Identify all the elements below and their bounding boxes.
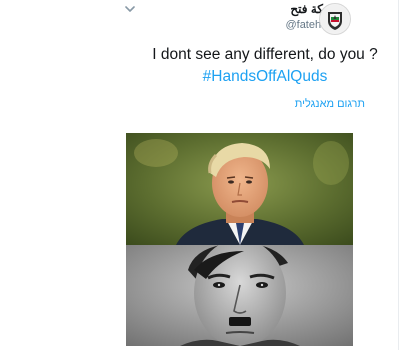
tweet-media[interactable] [126,133,353,346]
tweet-body: I dont see any different, do you ? [152,46,378,63]
translate-link[interactable]: תרגום מאנגלית [295,98,365,110]
fatah-emblem-icon [321,5,349,33]
tweet-text: I dont see any different, do you ? #Hand… [140,44,390,88]
portrait-top-image [126,133,353,245]
chevron-down-icon[interactable] [124,4,136,14]
portrait-bottom-image [126,245,353,346]
tweet-card: حركة فتح @fatehorg I dont see any differ… [0,0,408,350]
hashtag-link[interactable]: #HandsOffAlQuds [140,66,390,88]
card-border [398,0,399,350]
avatar[interactable] [319,3,351,35]
